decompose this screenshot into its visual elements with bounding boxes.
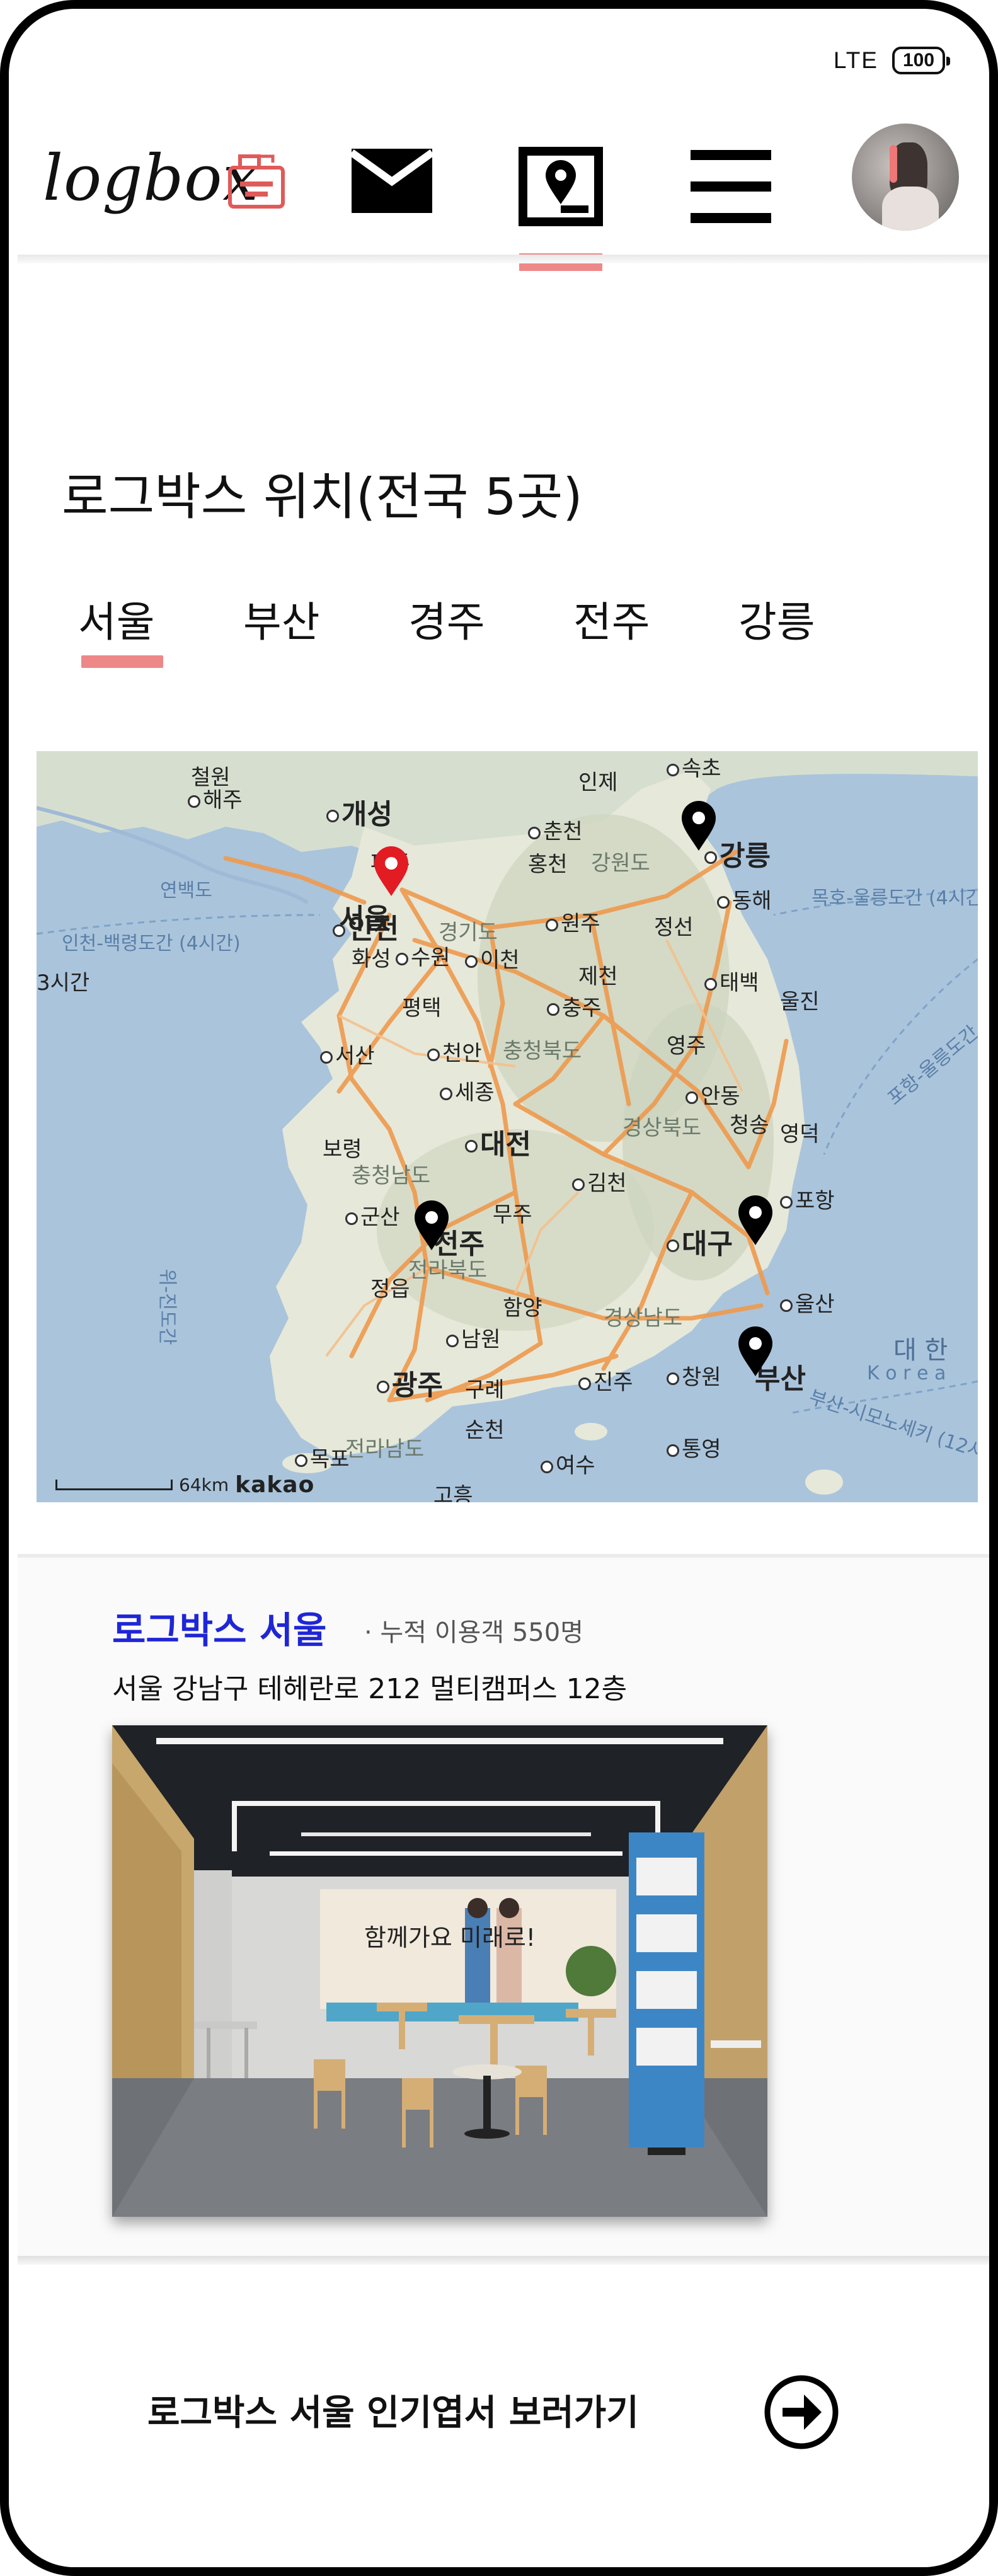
app-header: logbox — [9, 110, 989, 271]
map-label: 목포 — [295, 1442, 350, 1473]
map-label: 세종 — [440, 1075, 495, 1106]
visitor-count: · 누적 이용객 550명 — [364, 1618, 584, 1647]
map-marker-gyeongju[interactable] — [736, 1193, 775, 1246]
tab-jeonju[interactable]: 전주 — [573, 589, 738, 649]
photo-illustration: 함께가요 미래로! — [112, 1725, 767, 2217]
page-title: 로그박스 위치(전국 5곳) — [62, 468, 583, 526]
map-label: 무주 — [493, 1202, 532, 1228]
tab-active-indicator — [81, 655, 163, 668]
map-provider-logo: kakao — [235, 1472, 315, 1498]
map-label: 충청남도 — [352, 1163, 431, 1188]
map-label: 울진 — [780, 989, 820, 1015]
popular-postcards-link[interactable]: 로그박스 서울 인기엽서 보러가기 — [147, 2384, 639, 2435]
map-label: 평택 — [402, 996, 442, 1021]
map-label: 군산 — [345, 1200, 400, 1231]
map-label: 정선 — [654, 915, 694, 940]
map-label: 전라북도 — [408, 1258, 488, 1283]
map-label: 대 한 — [893, 1336, 948, 1365]
map-label: 서산 — [320, 1038, 375, 1069]
map-label: 제천 — [578, 964, 618, 989]
location-photo: 함께가요 미래로! — [112, 1725, 767, 2217]
phone-frame: LTE 100 logbox 로그박스 위치(전국 5곳) 서울 부산 경주 전… — [0, 0, 998, 2576]
map-label: 인천-백령도간 (4시간) — [62, 933, 241, 955]
map-label: 청송 — [730, 1113, 769, 1138]
map-label: 고흥 — [433, 1483, 473, 1502]
map-marker-seoul[interactable] — [372, 844, 411, 897]
map-label: 태백 — [704, 965, 759, 996]
map-label: 경상북도 — [622, 1115, 702, 1141]
map-label: 대구 — [667, 1221, 733, 1262]
map-label: 영주 — [667, 1033, 706, 1059]
map-label: 창원 — [667, 1360, 721, 1391]
tab-seoul[interactable]: 서울 — [78, 589, 243, 649]
map-label: 수원 — [396, 940, 450, 971]
tab-gyeongju[interactable]: 경주 — [408, 589, 573, 649]
map-label: 인제 — [578, 770, 618, 795]
map-label: 충청북도 — [503, 1038, 582, 1064]
map-label: 충주 — [547, 991, 602, 1021]
map-label: 통영 — [667, 1432, 721, 1463]
header-divider — [18, 255, 989, 263]
map-label: 3시간 — [37, 970, 90, 996]
map-label: 동해 — [717, 883, 772, 914]
map-label: 속초 — [667, 751, 721, 782]
map-label: 춘천 — [528, 814, 583, 845]
mail-nav-envelope-icon[interactable] — [349, 146, 435, 216]
scale-label: 64km — [179, 1475, 229, 1495]
map-label: 진주 — [578, 1365, 633, 1396]
map-label: 홍천 — [528, 852, 568, 877]
map-label: 여수 — [541, 1448, 595, 1479]
map-label: 목호-울릉도간 (4시간30분) — [812, 887, 978, 909]
map-label: 연백도 — [160, 880, 212, 902]
map-label: 천안 — [427, 1036, 482, 1067]
tab-busan[interactable]: 부산 — [243, 589, 408, 649]
city-tabs: 서울 부산 경주 전주 강릉 — [78, 589, 903, 649]
map-label: 구례 — [465, 1377, 505, 1403]
map-label: 포항 — [780, 1183, 835, 1214]
card-divider-bottom — [18, 2256, 989, 2265]
profile-avatar[interactable] — [852, 124, 959, 231]
network-indicator: LTE — [833, 47, 878, 73]
map-label: 울산 — [780, 1287, 835, 1318]
mailbox-logo-icon — [228, 154, 285, 209]
map-label: 정읍 — [370, 1277, 410, 1302]
banner-slogan: 함께가요 미래로! — [364, 1924, 536, 1952]
map-label: 강원도 — [591, 851, 650, 876]
map-label: 원주 — [546, 906, 600, 937]
location-card: 로그박스 서울 · 누적 이용객 550명 서울 강남구 테헤란로 212 멀티… — [18, 1558, 989, 2256]
map-label: 영덕 — [780, 1122, 820, 1147]
location-address: 서울 강남구 테헤란로 212 멀티캠퍼스 12층 — [112, 1673, 628, 1705]
map-label: 함양 — [503, 1296, 542, 1321]
map-label: 해주 — [188, 783, 243, 814]
map-label: 이천 — [465, 943, 520, 974]
map-marker-gangneung[interactable] — [679, 799, 718, 852]
map-label: 김천 — [572, 1166, 627, 1197]
map-label: 개성 — [326, 791, 393, 832]
map-label: 남원 — [446, 1322, 501, 1353]
battery-icon: 100 — [892, 47, 950, 74]
status-bar: LTE 100 — [833, 47, 950, 74]
map-label: 경상남도 — [604, 1306, 683, 1331]
map-label: 순천 — [465, 1418, 505, 1443]
map-label: 광주 — [377, 1362, 443, 1403]
arrow-right-circle-icon[interactable] — [762, 2373, 840, 2451]
hamburger-menu-icon[interactable] — [688, 146, 774, 228]
tab-gangneung[interactable]: 강릉 — [738, 589, 903, 649]
map-marker-jeonju[interactable] — [412, 1199, 451, 1251]
map-label: 인천 — [333, 906, 399, 946]
map-label: 전라남도 — [345, 1437, 425, 1462]
map-scale: 64km kakao — [55, 1472, 314, 1498]
map-label: 위-진도간 — [156, 1268, 178, 1345]
map-label: 대전 — [465, 1122, 531, 1162]
location-nav-icon[interactable] — [518, 146, 604, 227]
map-label: 안동 — [685, 1079, 740, 1110]
map-marker-busan[interactable] — [736, 1325, 775, 1377]
location-name: 로그박스 서울 — [112, 1609, 327, 1652]
scale-bar — [55, 1480, 173, 1490]
map-label: 화성 — [352, 946, 391, 972]
korea-map[interactable]: 철원 인제 속초 해주 개성 춘천 홍천 강원도 강릉 목호-울릉도간 (4시간… — [37, 751, 978, 1502]
map-label: K o r e a — [867, 1362, 946, 1384]
